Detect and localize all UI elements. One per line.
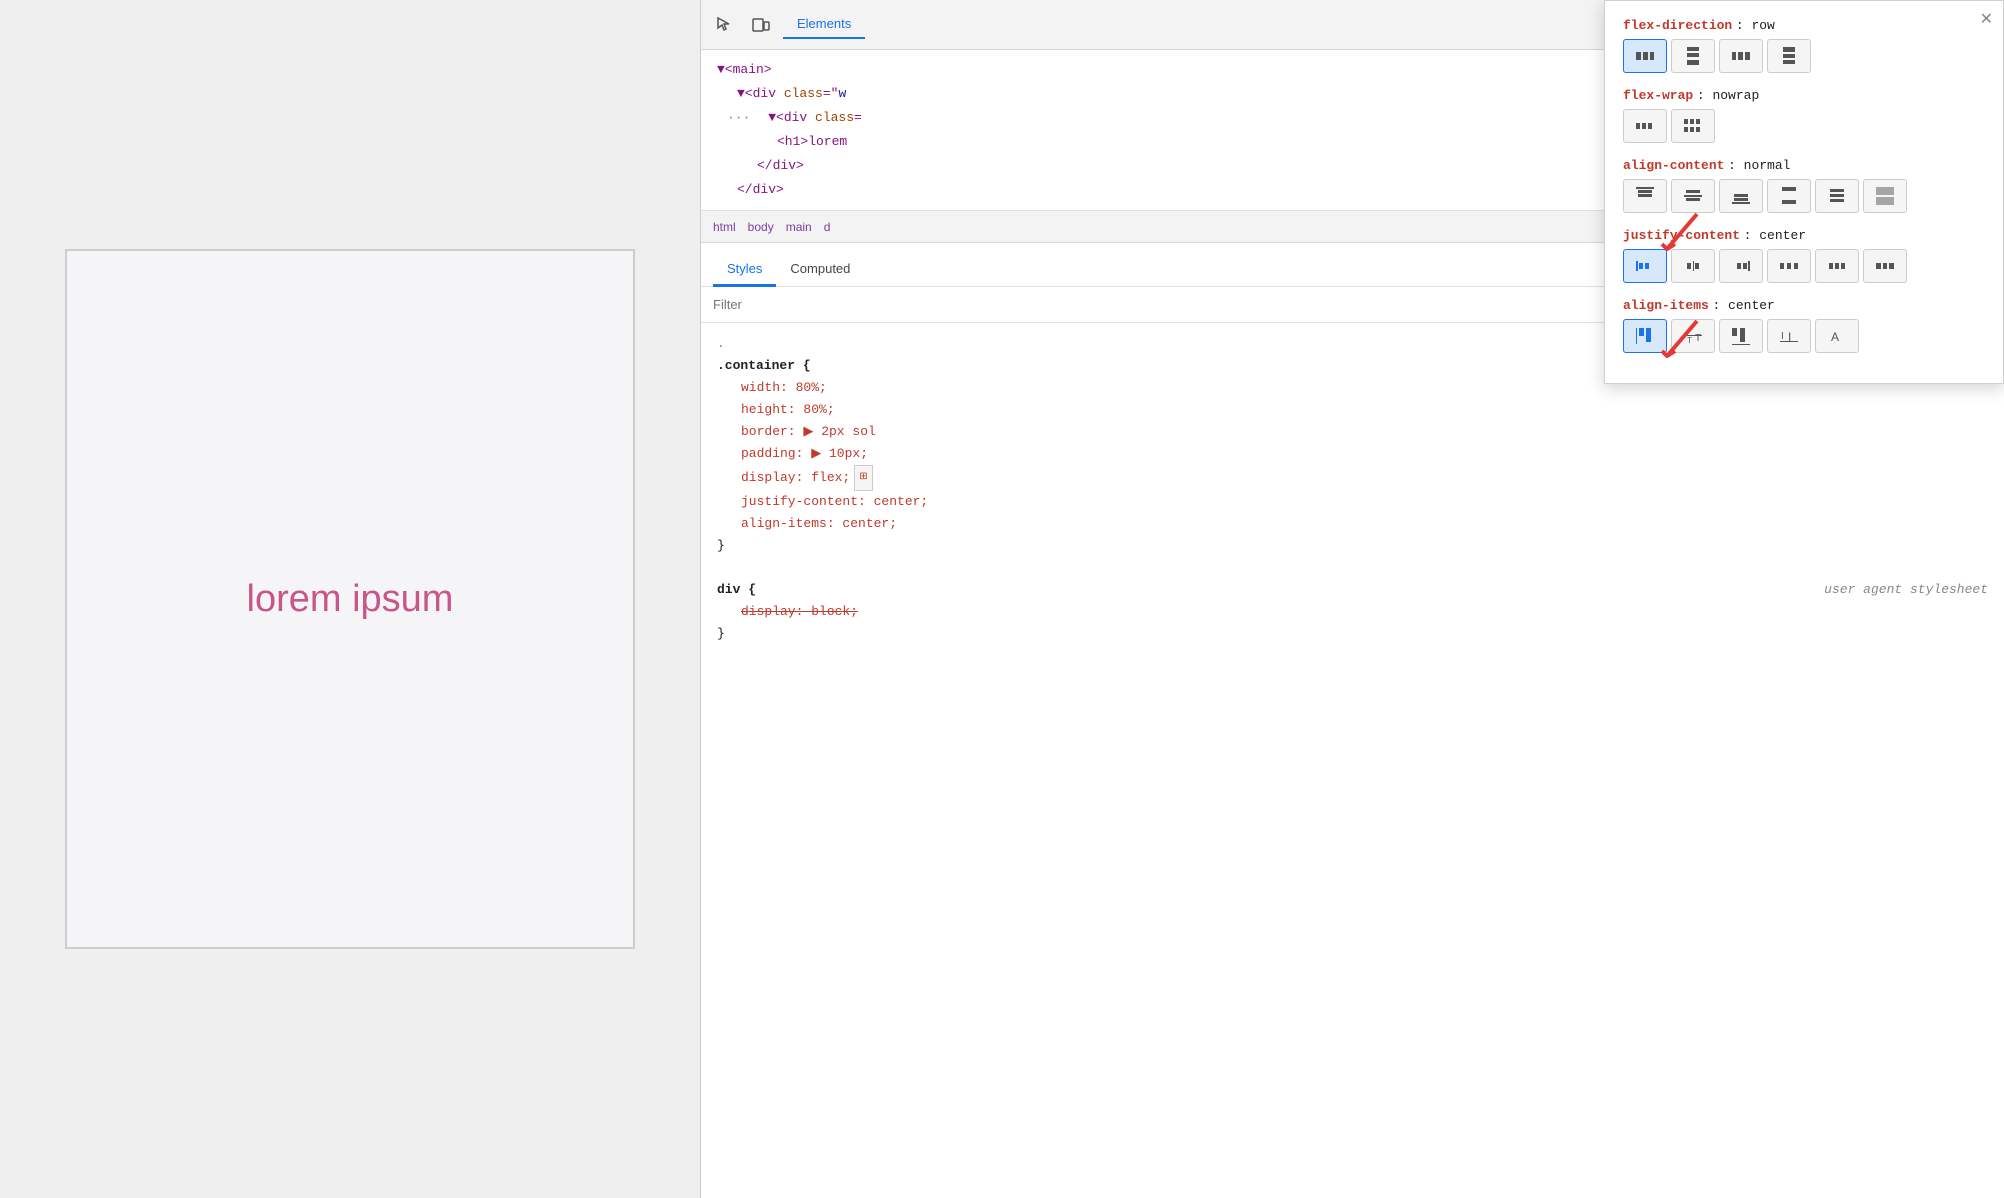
flex-direction-label: flex-direction : row [1623,17,1985,33]
css-prop-align-items[interactable]: align-items: center; [717,513,1988,535]
align-items-label: align-items : center [1623,297,1985,313]
align-content-section: align-content : normal [1623,157,1985,213]
css-rule-div: div { user agent stylesheet display: blo… [717,579,1988,645]
css-prop-justify-content[interactable]: justify-content: center; [717,491,1988,513]
css-prop-padding[interactable]: padding: ▶ 10px; [717,443,1988,465]
ai-baseline-btn[interactable]: II [1767,319,1811,353]
red-arrow-align [1637,316,1707,369]
dom-tag: </div> [757,158,804,173]
css-prop-display[interactable]: display: flex; ⊞ [717,465,1988,491]
dom-tag: ▼<div class="w [737,86,846,101]
flex-wrap-btn[interactable] [1671,109,1715,143]
flex-wrap-value: : nowrap [1697,88,1759,103]
flex-wrap-label: flex-wrap : nowrap [1623,87,1985,103]
flex-wrap-section: flex-wrap : nowrap [1623,87,1985,143]
device-toggle-icon[interactable] [747,11,775,39]
breadcrumb-body[interactable]: body [748,220,774,234]
jc-end-btn[interactable] [1719,249,1763,283]
svg-text:A: A [1831,330,1839,344]
css-prop-display-block: display: block; [717,601,1988,623]
flexbox-popup: ✕ flex-direction : row [1604,0,2004,384]
flex-dir-col-btn[interactable] [1671,39,1715,73]
css-comment-agent: user agent stylesheet [1824,579,1988,601]
flex-dir-row-rev-btn[interactable] [1719,39,1763,73]
flex-direction-name: flex-direction [1623,18,1732,33]
inspect-element-icon[interactable] [711,11,739,39]
css-close-brace: } [717,535,1988,557]
align-content-buttons [1623,179,1985,213]
browser-viewport: lorem ipsum [0,0,700,1198]
ac-around-btn[interactable] [1815,179,1859,213]
ac-center-btn[interactable] [1671,179,1715,213]
popup-close-icon[interactable]: ✕ [1980,9,1993,29]
lorem-text: lorem ipsum [247,578,454,621]
red-arrow-justify [1637,209,1707,262]
jc-evenly-btn[interactable] [1863,249,1907,283]
flex-direction-section: flex-direction : row [1623,17,1985,73]
flex-wrap-name: flex-wrap [1623,88,1693,103]
ac-start-btn[interactable] [1623,179,1667,213]
dom-tag: <h1>lorem [777,134,847,149]
tab-styles[interactable]: Styles [713,253,776,287]
jc-around-btn[interactable] [1815,249,1859,283]
align-items-value: : center [1712,298,1774,313]
flex-nowrap-btn[interactable] [1623,109,1667,143]
breadcrumb-d[interactable]: d [824,220,831,234]
css-selector-div: div { [717,582,756,597]
dom-tag: ▼<div class= [768,110,862,125]
css-selector: .container { [717,358,811,373]
tab-elements[interactable]: Elements [783,10,865,39]
dom-tag: </div> [737,182,784,197]
flex-icon-inline[interactable]: ⊞ [854,465,872,491]
flex-direction-buttons [1623,39,1985,73]
align-content-label: align-content : normal [1623,157,1985,173]
jc-between-btn[interactable] [1767,249,1811,283]
ai-stretch-btn[interactable]: A [1815,319,1859,353]
justify-content-value: : center [1744,228,1806,243]
breadcrumb-html[interactable]: html [713,220,736,234]
devtools-panel: Elements ▼<main> ▼<div class="w ··· ▼<di… [700,0,2004,1198]
dom-tag: ▼<main> [717,62,772,77]
css-prop-border[interactable]: border: ▶ 2px sol [717,421,1988,443]
ac-end-btn[interactable] [1719,179,1763,213]
breadcrumb-main[interactable]: main [786,220,812,234]
flex-wrap-buttons [1623,109,1985,143]
css-close-brace2: } [717,623,1988,645]
flex-dir-row-btn[interactable] [1623,39,1667,73]
align-content-name: align-content [1623,158,1724,173]
flex-direction-value: : row [1736,18,1775,33]
css-rule-container: .container { width: 80%; height: 80%; bo… [717,355,1988,557]
align-items-name: align-items [1623,298,1709,313]
svg-text:I: I [1781,331,1784,342]
ac-stretch-btn[interactable] [1863,179,1907,213]
ac-between-btn[interactable] [1767,179,1811,213]
align-content-value: : normal [1728,158,1790,173]
ai-end-btn[interactable] [1719,319,1763,353]
dom-dots: ··· [727,110,750,125]
css-rules: . .container { width: 80%; height: 80%; … [701,323,2004,1198]
flex-dir-col-rev-btn[interactable] [1767,39,1811,73]
css-strikethrough-display: display: block; [741,604,858,619]
demo-container: lorem ipsum [65,249,635,949]
tab-computed[interactable]: Computed [776,253,864,287]
css-prop-height[interactable]: height: 80%; [717,399,1988,421]
